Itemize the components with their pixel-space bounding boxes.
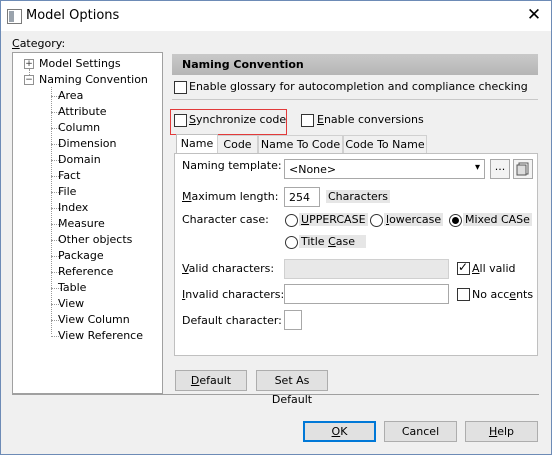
category-label: Category:: [12, 37, 66, 50]
mixed-case-label: Mixed CASe: [463, 213, 532, 226]
uppercase-radio[interactable]: [285, 214, 298, 227]
tree-item-dimension[interactable]: Dimension: [58, 136, 116, 152]
close-icon[interactable]: ✕: [521, 4, 547, 26]
default-character-input[interactable]: [284, 310, 302, 330]
invalid-characters-label: Invalid characters:: [182, 288, 285, 301]
tab-code-to-name[interactable]: Code To Name: [343, 135, 427, 154]
tree-item-label: Naming Convention: [39, 73, 148, 86]
naming-template-value: <None>: [289, 163, 337, 176]
tree-item-reference[interactable]: Reference: [58, 264, 113, 280]
default-button[interactable]: Default: [175, 370, 247, 391]
lowercase-label: lowercase: [384, 213, 444, 226]
ok-button[interactable]: OK: [303, 421, 376, 442]
enable-conversions-checkbox[interactable]: [301, 114, 314, 127]
character-case-label: Character case:: [182, 213, 269, 226]
naming-template-label: Naming template:: [182, 159, 282, 172]
mixed-case-radio[interactable]: [449, 214, 462, 227]
glossary-label: Enable glossary for autocompletion and c…: [189, 80, 528, 93]
tree-item-area[interactable]: Area: [58, 88, 83, 104]
tree-item-index[interactable]: Index: [58, 200, 88, 216]
invalid-characters-input[interactable]: [284, 284, 449, 304]
tree-item-measure[interactable]: Measure: [58, 216, 105, 232]
no-accents-label: No accents: [472, 288, 534, 301]
tree-item-domain[interactable]: Domain: [58, 152, 101, 168]
tab-name-to-code[interactable]: Name To Code: [258, 135, 343, 154]
divider: [12, 394, 539, 395]
enable-conversions-label: Enable conversions: [317, 113, 424, 126]
tab-code[interactable]: Code: [217, 135, 258, 154]
window-title: Model Options: [26, 8, 120, 23]
cancel-button[interactable]: Cancel: [384, 421, 457, 442]
section-heading-label: Naming Convention: [182, 58, 304, 71]
valid-characters-input[interactable]: [284, 259, 449, 279]
lowercase-radio[interactable]: [370, 214, 383, 227]
title-case-radio[interactable]: [285, 236, 298, 249]
title-case-label: Title Case: [299, 235, 366, 248]
all-valid-checkbox[interactable]: [457, 260, 470, 275]
glossary-checkbox[interactable]: [174, 81, 187, 94]
properties-icon[interactable]: [513, 159, 533, 179]
tab-name[interactable]: Name: [176, 134, 218, 155]
divider: [172, 99, 538, 100]
browse-button[interactable]: ...: [490, 159, 510, 179]
synchronize-code-checkbox[interactable]: [174, 114, 187, 127]
naming-template-select[interactable]: <None> ▾: [284, 159, 485, 179]
maximum-length-input[interactable]: 254: [284, 187, 320, 207]
section-heading: Naming Convention: [172, 54, 538, 75]
tree-item-label: Model Settings: [39, 57, 121, 70]
collapse-icon[interactable]: −: [24, 75, 34, 85]
tree-item-other-objects[interactable]: Other objects: [58, 232, 132, 248]
help-button[interactable]: Help: [465, 421, 538, 442]
characters-label: Characters: [326, 190, 391, 203]
maximum-length-value: 254: [289, 191, 310, 204]
category-tree[interactable]: + Model Settings − Naming Convention Are…: [12, 52, 163, 394]
valid-characters-label: Valid characters:: [182, 262, 275, 275]
no-accents-checkbox[interactable]: [457, 288, 470, 301]
maximum-length-label: Maximum length:: [182, 190, 279, 203]
uppercase-label: UPPERCASE: [299, 213, 368, 226]
tree-item-view[interactable]: View: [58, 296, 84, 312]
model-options-dialog: Model Options ✕ Category: + Model Settin…: [0, 0, 552, 455]
tree-item-attribute[interactable]: Attribute: [58, 104, 107, 120]
tree-item-package[interactable]: Package: [58, 248, 104, 264]
default-character-label: Default character:: [182, 314, 282, 327]
app-icon: [7, 9, 22, 24]
expand-icon[interactable]: +: [24, 59, 34, 69]
set-as-default-button[interactable]: Set As Default: [256, 370, 328, 406]
tree-item-table[interactable]: Table: [58, 280, 86, 296]
all-valid-label: All valid: [472, 262, 516, 275]
tree-item-fact[interactable]: Fact: [58, 168, 80, 184]
tree-item-column[interactable]: Column: [58, 120, 100, 136]
chevron-down-icon: ▾: [474, 162, 480, 173]
synchronize-code-label: Synchronize code: [189, 113, 287, 126]
tree-item-view-reference[interactable]: View Reference: [58, 328, 143, 344]
tree-connector: [51, 87, 52, 334]
tree-item-file[interactable]: File: [58, 184, 76, 200]
tree-item-view-column[interactable]: View Column: [58, 312, 130, 328]
title-bar: Model Options ✕: [1, 1, 551, 31]
